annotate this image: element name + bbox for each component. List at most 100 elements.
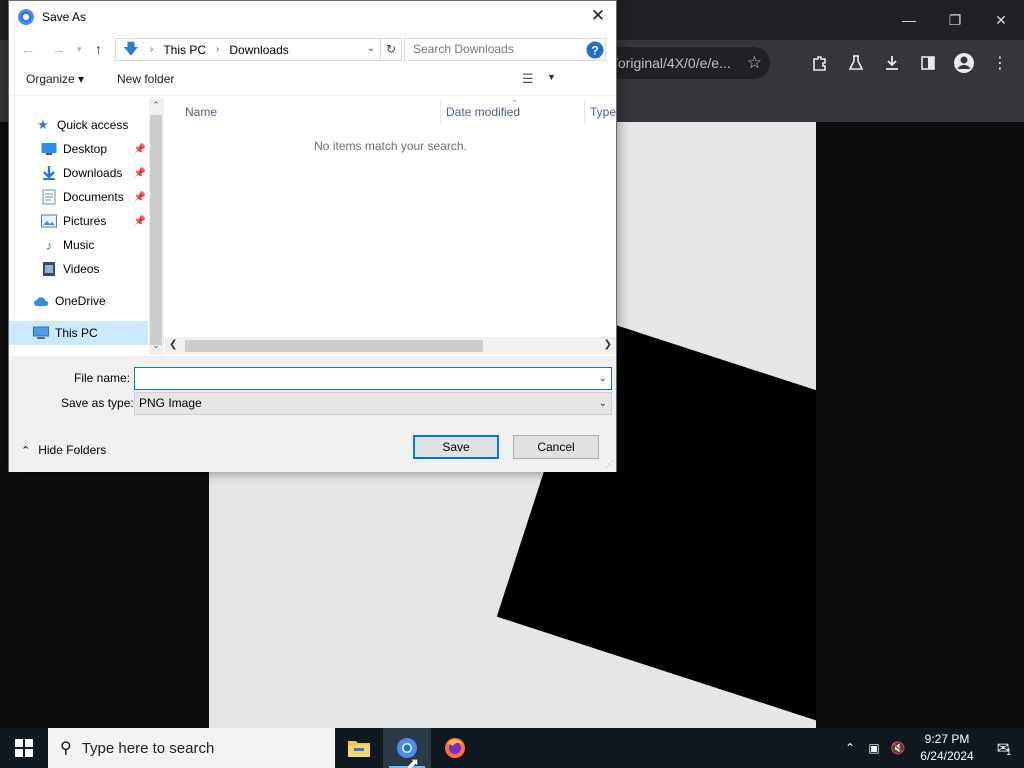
save-button[interactable]: Save xyxy=(413,435,499,459)
column-type[interactable]: Type xyxy=(590,100,616,124)
minimize-icon[interactable]: — xyxy=(886,0,932,40)
forward-arrow-icon[interactable]: → xyxy=(51,41,65,57)
taskbar-search-placeholder: Type here to search xyxy=(81,739,215,757)
download-folder-icon: 🡇 xyxy=(123,40,139,58)
video-icon xyxy=(41,261,57,277)
horizontal-scrollbar[interactable]: ❮ ❯ xyxy=(165,337,616,354)
new-folder-button[interactable]: New folder xyxy=(117,72,174,86)
column-name[interactable]: Name xyxy=(185,100,217,124)
close-window-icon[interactable]: ✕ xyxy=(978,0,1024,40)
dialog-title: Save As xyxy=(42,9,87,24)
profile-icon[interactable] xyxy=(946,45,982,81)
notification-count: 1 xyxy=(1006,747,1012,757)
empty-message: No items match your search. xyxy=(314,139,467,153)
view-options-icon[interactable]: ☰ xyxy=(522,71,534,87)
address-bar[interactable]: /original/4X/0/e/e... ☆ xyxy=(600,47,770,79)
nav-item-videos[interactable]: Videos xyxy=(9,257,148,281)
refresh-icon[interactable]: ↻ xyxy=(380,39,401,60)
nav-item-this-pc[interactable]: This PC xyxy=(9,321,148,345)
menu-icon[interactable]: ⋮ xyxy=(982,45,1018,81)
view-dropdown-icon[interactable]: ▼ xyxy=(547,72,556,82)
nav-item-onedrive[interactable]: OneDrive xyxy=(9,289,148,313)
extensions-icon[interactable] xyxy=(802,45,838,81)
computer-icon xyxy=(33,325,49,341)
bookmark-star-icon[interactable]: ☆ xyxy=(747,47,762,79)
pin-icon: 📌 xyxy=(133,191,146,203)
scroll-right-icon[interactable]: ❯ xyxy=(604,339,612,350)
close-icon[interactable]: ✕ xyxy=(586,5,610,27)
organize-button[interactable]: Organize ▾ xyxy=(26,72,84,86)
column-date-modified[interactable]: Date modified xyxy=(446,100,520,124)
document-icon xyxy=(41,189,57,205)
navigation-pane: ★ Quick access Desktop 📌 Downloads 📌 Doc… xyxy=(9,97,164,355)
cloud-icon xyxy=(33,293,49,309)
volume-muted-icon[interactable]: 🔇 xyxy=(886,741,910,755)
scroll-left-icon[interactable]: ❮ xyxy=(169,339,177,350)
music-icon: ♪ xyxy=(45,237,53,253)
nav-item-desktop[interactable]: Desktop 📌 xyxy=(9,137,148,161)
recent-dropdown-icon[interactable]: ▾ xyxy=(77,44,82,55)
system-tray: ⌃ ▣ 🔇 9:27 PM 6/24/2024 ✉ 1 xyxy=(838,728,1024,768)
save-type-select[interactable]: PNG Image ⌄ xyxy=(134,392,612,415)
nav-item-label: Desktop xyxy=(63,142,108,156)
nav-item-pictures[interactable]: Pictures 📌 xyxy=(9,209,148,233)
start-button[interactable] xyxy=(0,728,48,768)
up-arrow-icon[interactable]: ↑ xyxy=(95,41,102,57)
nav-scrollbar[interactable]: ⌃ ⌄ xyxy=(149,97,163,355)
address-text: /original/4X/0/e/e... xyxy=(614,55,731,71)
dialog-footer: File name: ⌄ Save as type: PNG Image ⌄ ⌃… xyxy=(9,356,616,472)
sidepanel-icon[interactable] xyxy=(910,45,946,81)
help-icon[interactable]: ? xyxy=(586,41,604,59)
breadcrumb-downloads[interactable]: Downloads xyxy=(229,43,288,57)
nav-item-quick-access[interactable]: ★ Quick access xyxy=(9,113,148,137)
download-icon xyxy=(41,165,57,181)
firefox-app[interactable] xyxy=(431,728,479,768)
scroll-down-icon[interactable]: ⌄ xyxy=(149,340,163,351)
chevron-up-icon[interactable]: ⌃ xyxy=(838,741,862,755)
clock[interactable]: 9:27 PM 6/24/2024 xyxy=(910,731,984,765)
search-icon: ⚲ xyxy=(60,740,72,757)
chevron-down-icon[interactable]: ⌄ xyxy=(599,393,607,414)
scrollbar-thumb[interactable] xyxy=(185,340,483,352)
scroll-up-icon[interactable]: ⌃ xyxy=(149,100,163,111)
chevron-down-icon[interactable]: ⌄ xyxy=(599,368,607,389)
network-icon[interactable]: ▣ xyxy=(862,741,886,755)
notifications-button[interactable]: ✉ 1 xyxy=(984,728,1024,768)
scrollbar-thumb[interactable] xyxy=(150,115,162,345)
nav-item-music[interactable]: ♪ Music xyxy=(9,233,148,257)
breadcrumb-separator[interactable]: › xyxy=(216,44,219,55)
toolbar-icons: ⋮ xyxy=(802,40,1018,86)
restore-icon[interactable]: ❐ xyxy=(932,0,978,40)
chevron-up-icon: ⌃ xyxy=(21,444,31,457)
address-dropdown-icon[interactable]: ⌄ xyxy=(367,43,375,54)
nav-item-label: OneDrive xyxy=(55,294,106,308)
star-icon: ★ xyxy=(37,117,49,132)
file-explorer-app[interactable] xyxy=(335,728,383,768)
cancel-button[interactable]: Cancel xyxy=(513,435,599,459)
clock-time: 9:27 PM xyxy=(924,732,970,746)
pin-icon: 📌 xyxy=(133,215,146,227)
address-breadcrumb[interactable]: 🡇 › This PC › Downloads ⌄ ↻ xyxy=(115,38,402,61)
column-separator[interactable] xyxy=(584,100,585,124)
labs-icon[interactable] xyxy=(838,45,874,81)
nav-item-label: Downloads xyxy=(63,166,123,180)
folder-icon xyxy=(348,741,370,757)
breadcrumb-this-pc[interactable]: This PC xyxy=(163,43,206,57)
pin-icon: 📌 xyxy=(133,167,146,179)
nav-item-downloads[interactable]: Downloads 📌 xyxy=(9,161,148,185)
back-arrow-icon[interactable]: ← xyxy=(21,41,35,57)
nav-item-label: Pictures xyxy=(63,214,107,228)
search-input[interactable]: Search Downloads ⚲ xyxy=(404,38,606,61)
hide-folders-button[interactable]: ⌃ Hide Folders xyxy=(21,443,106,457)
file-name-label: File name: xyxy=(74,371,131,385)
file-list: Name ⌄ Date modified Type No items match… xyxy=(165,95,616,355)
breadcrumb-separator[interactable]: › xyxy=(150,44,153,55)
column-separator[interactable] xyxy=(440,100,441,124)
nav-item-label: Videos xyxy=(63,262,100,276)
download-icon[interactable] xyxy=(874,45,910,81)
taskbar-search[interactable]: ⚲ Type here to search xyxy=(48,728,335,768)
file-name-input[interactable]: ⌄ xyxy=(134,367,612,390)
resize-grip-icon[interactable]: ⋰ xyxy=(605,459,614,470)
nav-item-documents[interactable]: Documents 📌 xyxy=(9,185,148,209)
pin-icon: 📌 xyxy=(133,143,146,155)
